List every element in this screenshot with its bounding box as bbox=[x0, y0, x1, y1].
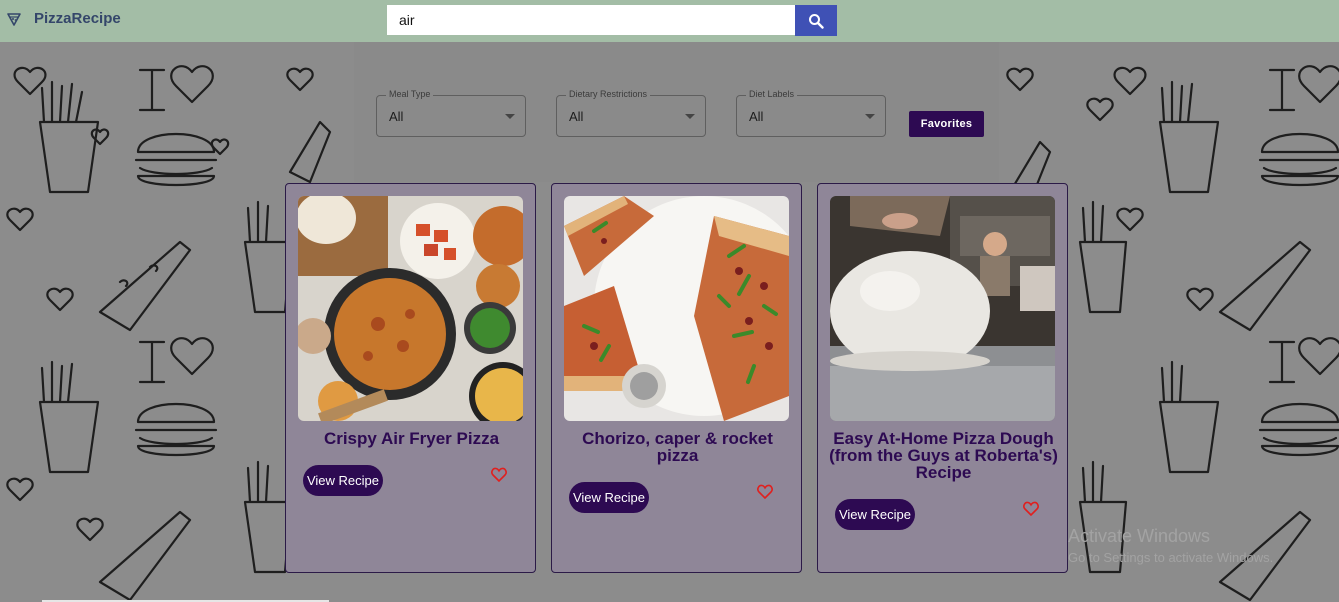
activate-windows-hint: Go to Settings to activate Windows. bbox=[1068, 550, 1274, 565]
diet-labels-value: All bbox=[749, 109, 764, 124]
meal-type-value: All bbox=[389, 109, 404, 124]
favorites-button[interactable]: Favorites bbox=[909, 111, 984, 137]
heart-icon[interactable] bbox=[491, 467, 507, 482]
app-bar: PizzaRecipe bbox=[0, 0, 1339, 42]
brand-title[interactable]: PizzaRecipe bbox=[34, 10, 121, 27]
diet-labels-select[interactable]: Diet Labels All bbox=[736, 89, 886, 137]
recipe-image[interactable] bbox=[830, 196, 1055, 421]
heart-icon[interactable] bbox=[757, 484, 773, 499]
search-input[interactable] bbox=[387, 5, 795, 35]
view-recipe-button[interactable]: View Recipe bbox=[835, 499, 915, 530]
dietary-restrictions-label: Dietary Restrictions bbox=[566, 89, 651, 99]
recipe-title: Chorizo, caper & rocket pizza bbox=[582, 429, 773, 465]
recipe-card: Easy At-Home Pizza Dough (from the Guys … bbox=[817, 183, 1068, 573]
recipe-card: Crispy Air Fryer Pizza View Recipe bbox=[285, 183, 536, 573]
heart-icon[interactable] bbox=[1023, 501, 1039, 516]
recipe-card: Chorizo, caper & rocket pizza View Recip… bbox=[551, 183, 802, 573]
pizza-slice-icon[interactable] bbox=[6, 11, 22, 27]
search-bar bbox=[387, 5, 837, 36]
dropdown-arrow-icon bbox=[865, 114, 875, 119]
recipe-image[interactable] bbox=[564, 196, 789, 421]
view-recipe-button[interactable]: View Recipe bbox=[569, 482, 649, 513]
dietary-restrictions-value: All bbox=[569, 109, 584, 124]
recipe-title: Easy At-Home Pizza Dough (from the Guys … bbox=[829, 429, 1058, 482]
view-recipe-button[interactable]: View Recipe bbox=[303, 465, 383, 496]
recipe-title: Crispy Air Fryer Pizza bbox=[323, 429, 500, 448]
activate-windows-title: Activate Windows bbox=[1068, 526, 1211, 546]
dropdown-arrow-icon bbox=[685, 114, 695, 119]
dietary-restrictions-select[interactable]: Dietary Restrictions All bbox=[556, 89, 706, 137]
search-icon bbox=[809, 13, 824, 29]
recipe-image[interactable] bbox=[298, 196, 523, 421]
diet-labels-label: Diet Labels bbox=[746, 89, 798, 99]
search-button[interactable] bbox=[795, 5, 837, 36]
meal-type-select[interactable]: Meal Type All bbox=[376, 89, 526, 137]
meal-type-label: Meal Type bbox=[386, 89, 434, 99]
dropdown-arrow-icon bbox=[505, 114, 515, 119]
